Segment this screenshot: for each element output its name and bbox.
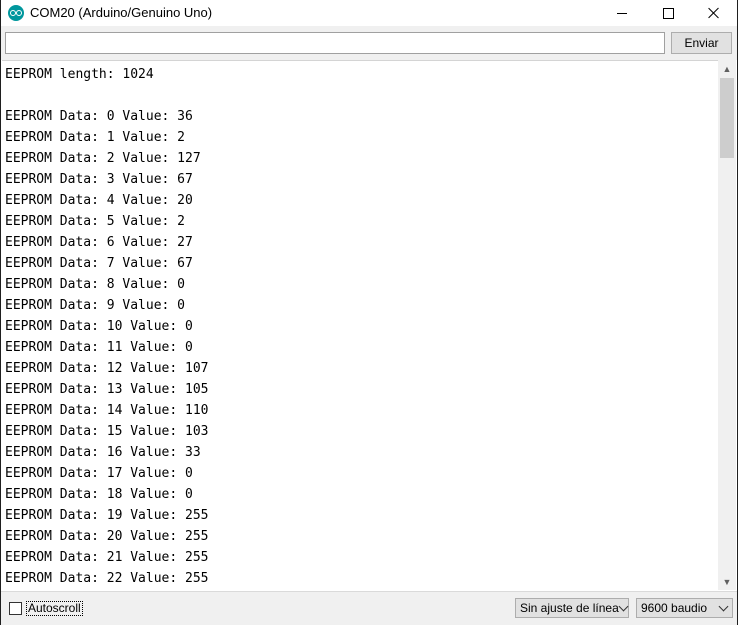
chevron-down-icon <box>618 601 629 611</box>
output-line: EEPROM Data: 19 Value: 255 <box>5 508 209 523</box>
autoscroll-control[interactable]: Autoscroll <box>9 601 83 616</box>
scroll-down-arrow-icon[interactable]: ▼ <box>718 573 736 590</box>
chevron-down-icon <box>714 601 732 611</box>
output-line: EEPROM Data: 2 Value: 127 <box>5 151 201 166</box>
autoscroll-label[interactable]: Autoscroll <box>26 601 83 616</box>
serial-monitor-window: COM20 (Arduino/Genuino Uno) Enviar EEPRO… <box>0 0 738 625</box>
minimize-icon <box>617 12 627 14</box>
maximize-icon <box>662 7 674 19</box>
output-line: EEPROM Data: 5 Value: 2 <box>5 214 186 229</box>
close-icon <box>708 7 720 19</box>
output-line: EEPROM Data: 6 Value: 27 <box>5 235 193 250</box>
scroll-thumb[interactable] <box>720 78 734 158</box>
send-button[interactable]: Enviar <box>671 32 732 54</box>
baud-rate-select[interactable]: 9600 baudio <box>636 598 733 618</box>
output-line: EEPROM Data: 12 Value: 107 <box>5 361 209 376</box>
output-line: EEPROM Data: 16 Value: 33 <box>5 445 201 460</box>
autoscroll-checkbox[interactable] <box>9 602 22 615</box>
output-line: EEPROM Data: 14 Value: 110 <box>5 403 209 418</box>
output-line: EEPROM Data: 4 Value: 20 <box>5 193 193 208</box>
send-input[interactable] <box>5 32 665 54</box>
line-ending-value: Sin ajuste de línea <box>520 601 619 615</box>
baud-rate-value: 9600 baudio <box>641 601 708 615</box>
output-line: EEPROM Data: 7 Value: 67 <box>5 256 193 271</box>
output-line: EEPROM Data: 11 Value: 0 <box>5 340 193 355</box>
output-line: EEPROM Data: 20 Value: 255 <box>5 529 209 544</box>
output-line: EEPROM Data: 9 Value: 0 <box>5 298 186 313</box>
line-ending-select[interactable]: Sin ajuste de línea <box>515 598 629 618</box>
window-title: COM20 (Arduino/Genuino Uno) <box>30 5 213 20</box>
output-line: EEPROM Data: 18 Value: 0 <box>5 487 193 502</box>
maximize-button[interactable] <box>645 0 691 26</box>
send-row: Enviar <box>1 26 737 60</box>
output-line: EEPROM Data: 0 Value: 36 <box>5 109 193 124</box>
output-line: EEPROM Data: 3 Value: 67 <box>5 172 193 187</box>
arduino-logo-icon <box>8 5 24 21</box>
scroll-up-arrow-icon[interactable]: ▲ <box>718 60 736 77</box>
vertical-scrollbar[interactable]: ▲ ▼ <box>718 60 736 590</box>
close-button[interactable] <box>691 0 737 26</box>
serial-output[interactable]: EEPROM length: 1024 EEPROM Data: 0 Value:… <box>2 60 718 591</box>
output-line: EEPROM Data: 8 Value: 0 <box>5 277 186 292</box>
output-line: EEPROM Data: 13 Value: 105 <box>5 382 209 397</box>
status-bar: Autoscroll Sin ajuste de línea 9600 baud… <box>1 591 737 625</box>
output-line: EEPROM Data: 22 Value: 255 <box>5 571 209 586</box>
minimize-button[interactable] <box>599 0 645 26</box>
output-line: EEPROM Data: 10 Value: 0 <box>5 319 193 334</box>
output-line: EEPROM Data: 1 Value: 2 <box>5 130 186 145</box>
output-line: EEPROM Data: 17 Value: 0 <box>5 466 193 481</box>
title-bar[interactable]: COM20 (Arduino/Genuino Uno) <box>1 0 737 26</box>
output-line: EEPROM Data: 15 Value: 103 <box>5 424 209 439</box>
output-line: EEPROM length: 1024 <box>5 67 154 82</box>
output-line: EEPROM Data: 21 Value: 255 <box>5 550 209 565</box>
